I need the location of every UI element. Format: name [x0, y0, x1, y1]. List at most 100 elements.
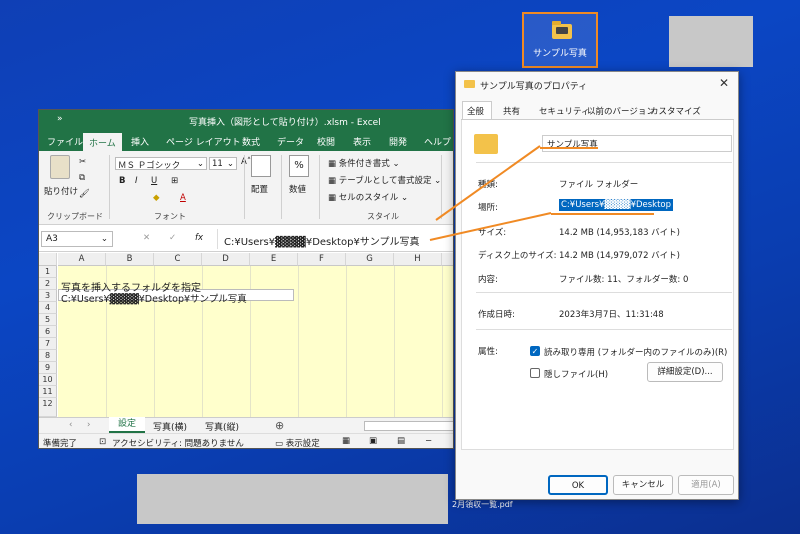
paste-button[interactable]: 貼り付け	[44, 185, 78, 197]
row-header[interactable]: 3	[39, 290, 57, 302]
desktop-file-label[interactable]: 2月領収一覧.pdf	[452, 499, 513, 510]
page-layout-view-icon[interactable]: ▣	[369, 436, 377, 446]
row-header[interactable]: 9	[39, 362, 57, 374]
row-header[interactable]: 11	[39, 386, 57, 398]
ribbon: 貼り付け ✂ ⧉ 🖌 クリップボード ＭＳ Ｐゴシック ⌄ 11 ⌄ A˄ B …	[39, 151, 453, 225]
row-header[interactable]: 12	[39, 398, 57, 417]
sheet-tab-landscape[interactable]: 写真(横)	[153, 420, 187, 433]
row-header[interactable]: 4	[39, 302, 57, 314]
fill-color-icon[interactable]: ◆	[153, 193, 160, 203]
tab-home[interactable]: ホーム	[83, 133, 122, 151]
quick-access-icon[interactable]: »	[57, 114, 63, 124]
tab-review[interactable]: 校閲	[317, 135, 335, 148]
tab-developer[interactable]: 開発	[389, 135, 407, 148]
status-ready: 準備完了	[43, 439, 78, 449]
name-box[interactable]: A3 ⌄	[41, 231, 113, 247]
tab-view[interactable]: 表示	[353, 135, 371, 148]
alignment-button[interactable]: 配置	[251, 183, 268, 195]
scroll-left-icon[interactable]: ‹	[69, 420, 72, 430]
horizontal-scrollbar[interactable]	[364, 421, 453, 431]
close-icon[interactable]: ✕	[716, 75, 732, 91]
redacted-region	[137, 474, 448, 524]
general-panel: サンプル写真 種類: ファイル フォルダー 場所: C:¥Users¥▓▓▓▓¥…	[461, 120, 734, 450]
excel-window: » 写真挿入（図形として貼り付け）.xlsm - Excel ファイル ホーム …	[38, 109, 454, 449]
conditional-format-button[interactable]: ▦ 条件付き書式 ⌄	[328, 157, 400, 169]
tab-previous-versions[interactable]: 以前のバージョン	[587, 105, 655, 117]
row-header[interactable]: 1	[39, 266, 57, 278]
column-header[interactable]: E	[250, 253, 298, 266]
sheet-tab-settings[interactable]: 設定	[109, 417, 145, 433]
tab-help[interactable]: ヘルプ	[424, 135, 451, 148]
number-button[interactable]: 数値	[289, 183, 306, 195]
font-size-select[interactable]: 11 ⌄	[209, 157, 237, 170]
sheet-tabs-bar: ‹ › 設定 写真(横) 写真(縦) ⊕	[39, 417, 453, 433]
font-name-select[interactable]: ＭＳ Ｐゴシック ⌄	[115, 157, 207, 171]
format-as-table-button[interactable]: ▦ テーブルとして書式設定 ⌄	[328, 174, 441, 186]
tab-customize[interactable]: カスタマイズ	[650, 105, 701, 117]
tab-formulas[interactable]: 数式	[242, 135, 260, 148]
column-header[interactable]: D	[202, 253, 250, 266]
desktop-folder-icon[interactable]: サンプル写真	[522, 12, 598, 68]
format-painter-icon[interactable]: 🖌	[79, 189, 90, 199]
readonly-checkbox[interactable]: ✓	[530, 346, 540, 356]
column-header[interactable]: F	[298, 253, 346, 266]
row-header[interactable]: 8	[39, 350, 57, 362]
highlight-underline	[551, 213, 654, 215]
apply-button[interactable]: 適用(A)	[678, 475, 734, 495]
copy-icon[interactable]: ⧉	[79, 173, 85, 183]
column-header[interactable]: C	[154, 253, 202, 266]
row-header[interactable]: 10	[39, 374, 57, 386]
hidden-checkbox[interactable]	[530, 368, 540, 378]
advanced-button[interactable]: 詳細設定(D)...	[647, 362, 723, 382]
size-on-disk-label: ディスク上のサイズ:	[478, 251, 557, 261]
underline-button[interactable]: U	[151, 176, 157, 186]
formula-bar: A3 ⌄ ✕ ✓ fx C:¥Users¥▓▓▓▓¥Desktop¥サンプル写真	[39, 226, 453, 252]
folder-name-input[interactable]: サンプル写真	[542, 135, 732, 152]
cell-a3[interactable]: C:¥Users¥▓▓▓▓¥Desktop¥サンプル写真	[61, 291, 247, 305]
sheet-tab-portrait[interactable]: 写真(縦)	[205, 420, 239, 433]
zoom-out-icon[interactable]: −	[425, 436, 432, 446]
row-header[interactable]: 2	[39, 278, 57, 290]
normal-view-icon[interactable]: ▦	[342, 436, 350, 446]
column-header[interactable]: G	[346, 253, 394, 266]
tab-sharing[interactable]: 共有	[503, 105, 520, 117]
column-header[interactable]: H	[394, 253, 442, 266]
insert-function-icon[interactable]: fx	[195, 233, 203, 243]
row-header[interactable]: 6	[39, 326, 57, 338]
excel-title-bar: » 写真挿入（図形として貼り付け）.xlsm - Excel	[39, 110, 453, 131]
italic-button[interactable]: I	[135, 176, 138, 186]
row-header[interactable]: 7	[39, 338, 57, 350]
cancel-entry-icon[interactable]: ✕	[143, 233, 150, 243]
cancel-button[interactable]: キャンセル	[613, 475, 673, 495]
confirm-entry-icon[interactable]: ✓	[169, 233, 176, 243]
tab-security[interactable]: セキュリティ	[539, 105, 590, 117]
size-value: 14.2 MB (14,953,183 バイト)	[559, 228, 680, 238]
tab-data[interactable]: データ	[277, 135, 304, 148]
row-header[interactable]: 5	[39, 314, 57, 326]
font-color-icon[interactable]: A	[180, 193, 186, 203]
tab-general[interactable]: 全般	[467, 105, 484, 117]
display-settings-button[interactable]: ▭ 表示設定	[275, 437, 320, 448]
tab-page-layout[interactable]: ページ レイアウト	[166, 135, 241, 148]
column-header[interactable]: A	[58, 253, 106, 266]
style-group-label: スタイル	[367, 212, 399, 221]
accessibility-status[interactable]: アクセシビリティ: 問題ありません	[112, 437, 244, 448]
cell-styles-button[interactable]: ▦ セルのスタイル ⌄	[328, 191, 408, 203]
type-label: 種類:	[478, 180, 498, 190]
bold-button[interactable]: B	[119, 176, 125, 186]
tab-file[interactable]: ファイル	[47, 135, 83, 148]
scroll-right-icon[interactable]: ›	[87, 420, 90, 430]
tab-insert[interactable]: 挿入	[131, 135, 149, 148]
ribbon-tabs: ファイル ホーム 挿入 ページ レイアウト 数式 データ 校閲 表示 開発 ヘル…	[39, 131, 453, 151]
add-sheet-icon[interactable]: ⊕	[275, 419, 284, 432]
border-icon[interactable]: ⊞	[171, 176, 178, 186]
grow-font-icon[interactable]: A˄	[241, 157, 251, 167]
location-value[interactable]: C:¥Users¥▓▓▓▓¥Desktop	[559, 199, 674, 211]
column-header[interactable]: B	[106, 253, 154, 266]
ok-button[interactable]: OK	[548, 475, 608, 495]
worksheet-grid[interactable]: A B C D E F G H 1 2 3 4 5 6 7 8 9 10 11 …	[39, 253, 453, 417]
folder-icon	[552, 21, 572, 39]
cut-icon[interactable]: ✂	[79, 157, 86, 167]
page-break-view-icon[interactable]: ▤	[397, 436, 405, 446]
formula-input[interactable]: C:¥Users¥▓▓▓▓¥Desktop¥サンプル写真	[217, 229, 453, 249]
